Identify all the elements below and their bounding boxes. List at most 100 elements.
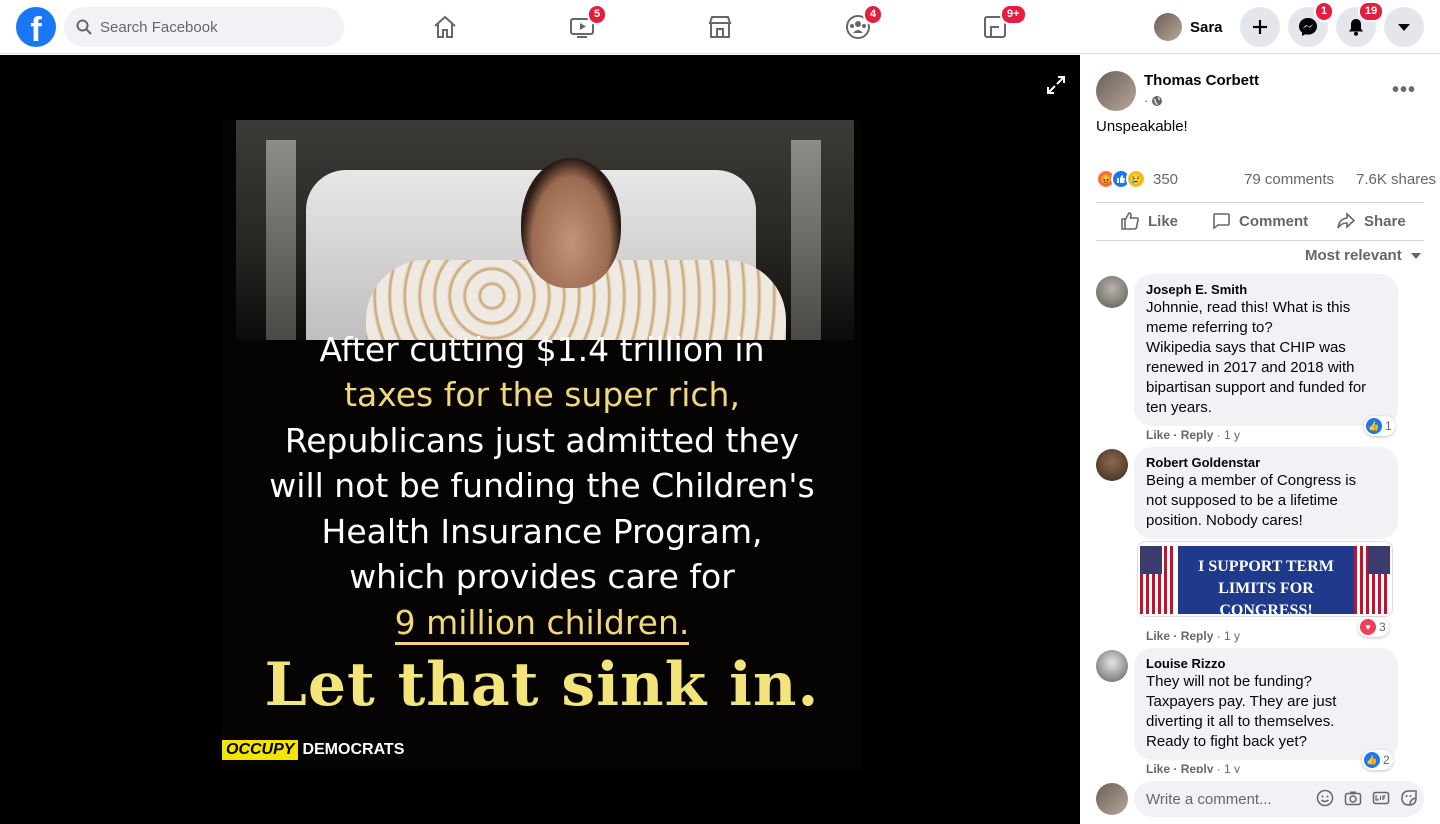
share-button[interactable]: Share [1336, 209, 1406, 233]
like-label: Like [1148, 212, 1179, 230]
comment-like-link[interactable]: Like [1146, 428, 1170, 442]
sort-label: Most relevant [1305, 247, 1402, 264]
nav-groups[interactable]: 4 [803, 4, 913, 50]
nav-gaming[interactable]: 9+ [940, 4, 1050, 50]
meme-line: Health Insurance Program, [321, 512, 763, 551]
bed-rail [791, 140, 821, 340]
nav-home[interactable] [390, 4, 500, 50]
commenter-avatar[interactable] [1096, 276, 1128, 308]
comment-button[interactable]: Comment [1211, 209, 1308, 233]
comment-reaction-count: 1 [1385, 419, 1392, 433]
comment-text-line: meme referring to? [1146, 319, 1273, 336]
sticker-icon[interactable] [1400, 789, 1418, 807]
comment-sort-dropdown[interactable]: Most relevant [1305, 247, 1422, 264]
messenger-icon [1299, 18, 1317, 36]
commenter-name[interactable]: Robert Goldenstar [1146, 455, 1386, 471]
reaction-summary[interactable]: 😡 😢 350 [1096, 169, 1178, 189]
composer-tools [1316, 789, 1418, 807]
home-icon [434, 15, 456, 38]
create-button[interactable] [1240, 7, 1280, 47]
occupy-democrats-logo: OCCUPY DEMOCRATS [222, 740, 404, 760]
messenger-badge: 1 [1314, 1, 1335, 22]
comment-reply-link[interactable]: Reply [1181, 629, 1214, 643]
brand-democrats: DEMOCRATS [302, 741, 405, 758]
comment-text-line: Being a member of Congress is [1146, 472, 1357, 489]
comment-reaction-count: 2 [1383, 753, 1390, 767]
messenger-button[interactable]: 1 [1288, 1, 1335, 47]
comment-sticker-image[interactable]: I SUPPORT TERM LIMITS FOR CONGRESS! [1137, 541, 1393, 617]
like-button[interactable]: Like [1120, 209, 1178, 233]
comment-like-link[interactable]: Like [1146, 762, 1170, 773]
commenter-avatar[interactable] [1096, 449, 1128, 481]
comment-like-link[interactable]: Like [1146, 629, 1170, 643]
user-avatar [1154, 13, 1182, 41]
comment-actions: Like · Reply · 1 y [1146, 629, 1241, 643]
comment-text-line: Taxpayers pay. They are just [1146, 693, 1337, 710]
meta-dot: · [1144, 93, 1149, 108]
meme-highlight-text: 9 million children. [394, 603, 690, 645]
comment-text-line: diverting it all to themselves. [1146, 713, 1335, 730]
caret-down-icon [1398, 24, 1410, 31]
meme-line: Republicans just admitted they [284, 421, 800, 460]
emoji-icon[interactable] [1316, 789, 1334, 807]
comment-text-line: Ready to fight back yet? [1146, 733, 1307, 750]
profile-chip[interactable]: Sara [1150, 9, 1231, 45]
notifications-badge: 19 [1358, 1, 1385, 22]
gaming-badge: 9+ [1000, 4, 1027, 25]
divider [1096, 240, 1424, 241]
comment-reply-link[interactable]: Reply [1181, 762, 1214, 773]
meme-line: which provides care for [349, 557, 735, 596]
notifications-button[interactable]: 19 [1336, 1, 1385, 47]
comment-time[interactable]: · 1 y [1217, 762, 1240, 773]
commenter-name[interactable]: Joseph E. Smith [1146, 282, 1386, 298]
caret-down-icon [1410, 252, 1421, 259]
comment-actions: Like · Reply · 1 y [1146, 428, 1241, 442]
author-avatar[interactable] [1096, 71, 1136, 111]
post-author[interactable]: Thomas Corbett [1144, 72, 1259, 89]
shares-count[interactable]: 7.6K shares [1356, 171, 1436, 188]
comment-text-line: bipartisan support and funded for [1146, 379, 1367, 396]
meme-line: will not be funding the Children's [269, 466, 815, 505]
comments-count[interactable]: 79 comments [1244, 171, 1334, 188]
expand-icon[interactable] [1046, 75, 1066, 95]
facebook-logo-icon[interactable]: f [16, 7, 56, 47]
sticker-line: LIMITS FOR CONGRESS! [1218, 580, 1314, 617]
comment-reaction-count: 3 [1379, 620, 1386, 634]
comment-icon [1213, 213, 1230, 230]
comment-actions: Like · Reply · 1 y [1146, 762, 1240, 773]
meme-line: taxes for the super rich, [344, 375, 740, 414]
camera-icon[interactable] [1344, 789, 1362, 807]
comment-reaction[interactable]: ♥ 3 [1358, 617, 1389, 637]
search-input[interactable] [100, 18, 320, 36]
comment-bubble: Robert Goldenstar Being a member of Cong… [1134, 447, 1398, 539]
search-box[interactable] [64, 7, 344, 47]
comment-time[interactable]: · 1 y [1217, 629, 1240, 643]
plus-icon [1253, 20, 1267, 34]
more-options-icon[interactable]: ••• [1392, 79, 1416, 102]
nav-marketplace[interactable] [665, 4, 775, 50]
patient-head [521, 158, 621, 288]
comment-input[interactable] [1146, 790, 1296, 808]
account-menu-button[interactable] [1384, 7, 1424, 47]
commenter-avatar[interactable] [1096, 650, 1128, 682]
comment-reaction[interactable]: 👍 1 [1364, 416, 1395, 436]
nav-watch[interactable]: 5 [527, 4, 637, 50]
post-meta: · [1144, 93, 1163, 108]
post-side-panel: Thomas Corbett · ••• Unspeakable! 😡 😢 35… [1080, 55, 1440, 824]
sad-reaction-icon: 😢 [1126, 169, 1146, 189]
share-icon [1337, 212, 1356, 229]
sticker-banner: I SUPPORT TERM LIMITS FOR CONGRESS! [1178, 546, 1354, 617]
comment-text-line: renewed in 2017 and 2018 with [1146, 359, 1355, 376]
comment-time[interactable]: · 1 y [1217, 428, 1240, 442]
comment-input-box[interactable] [1134, 781, 1424, 817]
comment-reply-link[interactable]: Reply [1181, 428, 1214, 442]
top-navigation-bar: f 5 4 9+ Sara 1 19 [0, 0, 1440, 54]
sticker-line: I SUPPORT TERM [1198, 558, 1334, 575]
gif-icon[interactable] [1372, 789, 1390, 807]
meme-headline: Let that sink in. [264, 650, 820, 720]
search-icon [76, 19, 92, 35]
commenter-name[interactable]: Louise Rizzo [1146, 656, 1386, 672]
like-reaction-icon: 👍 [1364, 752, 1380, 768]
comment-reaction[interactable]: 👍 2 [1362, 750, 1393, 770]
comment-text-line: They will not be funding? [1146, 673, 1312, 690]
